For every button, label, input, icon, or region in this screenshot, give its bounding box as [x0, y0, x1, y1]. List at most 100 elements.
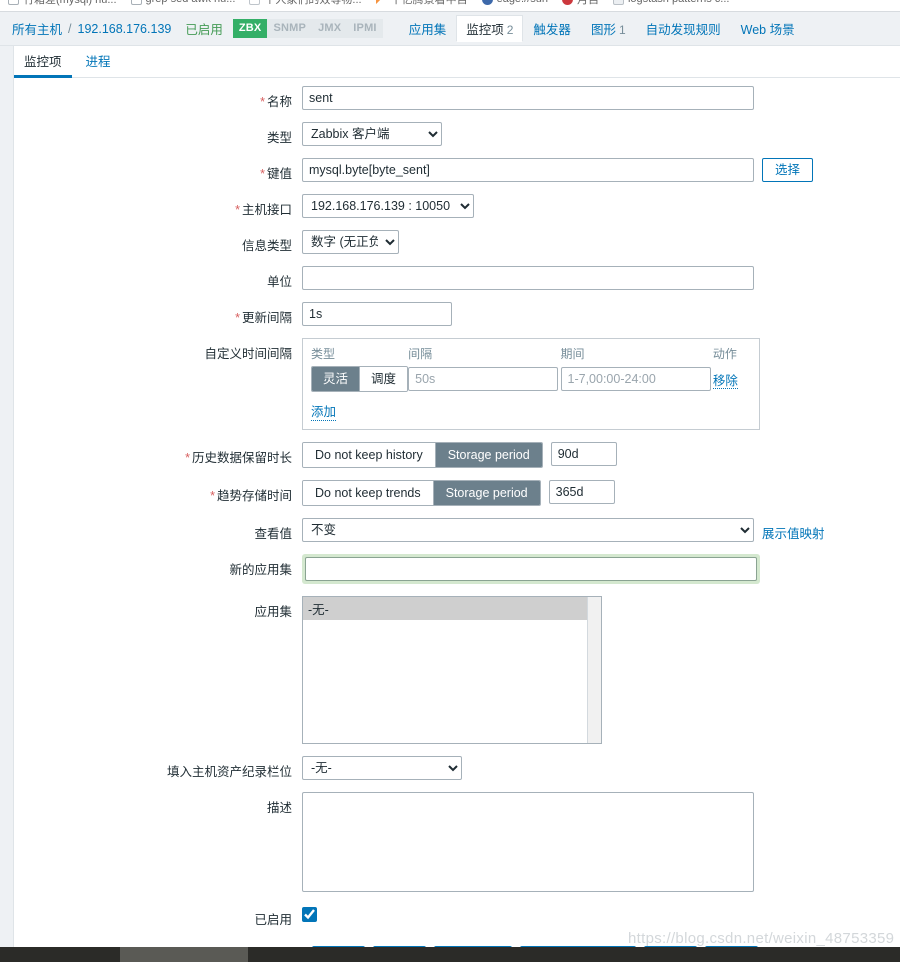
host-tab-Web 场景[interactable]: Web 场景 [731, 15, 805, 42]
bookmark-label: 月自 [576, 0, 599, 6]
label-host-interface: * 主机接口 [235, 203, 292, 217]
field-row-name: * 名称 [0, 86, 900, 110]
enabled-checkbox[interactable] [302, 907, 317, 922]
host-tab-图形[interactable]: 图形 1 [581, 15, 636, 42]
horizontal-scrollbar[interactable] [0, 947, 900, 962]
host-tab-count: 1 [618, 23, 626, 37]
required-marker: * [260, 95, 265, 109]
host-interface-select[interactable]: 192.168.176.139 : 10050 [302, 194, 474, 218]
item-configuration-form: *名称 类型 Zabbix 客户端 *键值 选择 *主机接口 [0, 86, 900, 962]
custom-interval-period-input[interactable] [560, 367, 711, 391]
history-do-not-keep-button[interactable]: Do not keep history [303, 443, 435, 467]
field-row-applications: 应用集 -无- [0, 596, 900, 744]
history-mode-segmented: Do not keep history Storage period [302, 442, 543, 468]
new-application-focus-ring [302, 554, 760, 584]
history-period-input[interactable] [550, 442, 617, 466]
value-type-select[interactable]: 数字 (无正负) [302, 230, 399, 254]
field-row-enabled: 已启用 [0, 904, 900, 928]
host-entity-tabs: 应用集 监控项 2 触发器 图形 1 自动发现规则 Web 场景 [399, 15, 805, 42]
header-interval: 间隔 [408, 347, 433, 361]
field-row-custom-intervals: 自定义时间间隔 类型 间隔 期间 动作 灵活 调度 50s 1-7,00:00-… [0, 338, 900, 430]
breadcrumb-host-name[interactable]: 192.168.176.139 [78, 22, 172, 36]
breadcrumb-all-hosts[interactable]: 所有主机 [12, 19, 62, 38]
field-row-value-type: 信息类型 数字 (无正负) [0, 230, 900, 254]
item-name-input[interactable] [302, 86, 754, 110]
host-tab-触发器[interactable]: 触发器 [523, 15, 581, 42]
label-enabled: 已启用 [254, 913, 292, 927]
custom-interval-remove-link[interactable]: 移除 [712, 373, 738, 389]
item-sub-tabs: 监控项 进程 [14, 46, 900, 78]
bookmark-item[interactable]: grep sed awk hu... [130, 0, 236, 5]
bookmark-label: 竹箱差(mysql) hu... [23, 0, 117, 6]
interval-type-flexible-button[interactable]: 灵活 [312, 367, 360, 391]
custom-interval-delay-input[interactable] [408, 367, 559, 391]
interface-chip-ipmi[interactable]: IPMI [347, 18, 383, 39]
bookmark-item[interactable]: 个人家们的效等物... [249, 0, 362, 7]
custom-intervals-header: 类型 间隔 期间 动作 [311, 345, 751, 366]
sub-tab-进程[interactable]: 进程 [76, 46, 121, 77]
host-tab-label: 监控项 [466, 23, 504, 37]
item-key-input[interactable] [302, 158, 754, 182]
interval-type-scheduling-button[interactable]: 调度 [359, 367, 408, 391]
applications-option[interactable]: -无- [303, 597, 601, 620]
item-type-select[interactable]: Zabbix 客户端 [302, 122, 442, 146]
trends-storage-period-button[interactable]: Storage period [432, 481, 540, 505]
host-tab-label: 自动发现规则 [645, 23, 721, 37]
field-row-history: * 历史数据保留时长 Do not keep history Storage pe… [0, 442, 900, 468]
field-row-description: 描述 [0, 792, 900, 892]
label-key: * 键值 [260, 167, 292, 181]
history-storage-period-button[interactable]: Storage period [434, 443, 542, 467]
applications-listbox[interactable]: -无- [302, 596, 602, 744]
bookmark-label: grep sed awk hu... [146, 0, 236, 5]
bookmark-item[interactable]: eage://sun [481, 0, 548, 5]
units-input[interactable] [302, 266, 754, 290]
interface-chips: ZBX SNMP JMX IPMI [232, 18, 383, 39]
sub-tab-监控项[interactable]: 监控项 [14, 46, 72, 78]
inventory-field-select[interactable]: -无- [302, 756, 462, 780]
field-row-value-map: 查看值 不变 展示值映射 [0, 518, 900, 542]
description-textarea[interactable] [302, 792, 754, 892]
host-tab-应用集[interactable]: 应用集 [399, 15, 457, 42]
host-tab-自动发现规则[interactable]: 自动发现规则 [636, 15, 731, 42]
bookmark-item[interactable]: 月自 [561, 0, 599, 7]
interface-chip-jmx[interactable]: JMX [312, 18, 348, 39]
bookmark-label: eage://sun [497, 0, 548, 5]
value-map-select[interactable]: 不变 [302, 518, 754, 542]
breadcrumb-separator: / [68, 21, 72, 36]
interface-chip-snmp[interactable]: SNMP [267, 18, 313, 39]
custom-intervals-table: 类型 间隔 期间 动作 灵活 调度 50s 1-7,00:00-24:00 移除… [302, 338, 760, 430]
host-status-badge: 已启用 [185, 23, 223, 37]
host-tab-label: Web 场景 [740, 23, 795, 37]
update-interval-input[interactable] [302, 302, 452, 326]
bookmark-label: 个人家们的效等物... [264, 0, 362, 6]
show-value-mappings-link[interactable]: 展示值映射 [762, 518, 825, 542]
host-tab-监控项[interactable]: 监控项 2 [456, 15, 524, 42]
applications-scrollbar[interactable] [587, 597, 601, 743]
bookmark-item[interactable]: 竹箱差(mysql) hu... [8, 0, 117, 7]
header-type: 类型 [311, 347, 336, 361]
label-name: * 名称 [260, 95, 292, 109]
field-row-units: 单位 [0, 266, 900, 290]
label-update-interval: * 更新间隔 [235, 311, 292, 325]
horizontal-scrollbar-thumb[interactable] [120, 947, 248, 962]
trends-period-input[interactable] [548, 480, 615, 504]
interface-chip-zbx[interactable]: ZBX [232, 18, 268, 39]
label-new-application: 新的应用集 [229, 563, 292, 577]
bookmark-label: logstash patterns c... [628, 0, 730, 5]
bookmark-label: 千亿腾景看中自 [390, 0, 468, 6]
key-select-button[interactable]: 选择 [762, 158, 814, 182]
field-row-key: *键值 选择 [0, 158, 900, 182]
custom-interval-add-link[interactable]: 添加 [311, 401, 337, 421]
doc-icon [130, 0, 142, 5]
bookmark-item[interactable]: logstash patterns c... [612, 0, 730, 5]
gray-icon [612, 0, 624, 5]
header-period: 期间 [560, 347, 585, 361]
red-icon [561, 0, 573, 5]
bookmark-item[interactable]: 千亿腾景看中自 [375, 0, 468, 7]
trends-do-not-keep-button[interactable]: Do not keep trends [303, 481, 433, 505]
new-application-input[interactable] [305, 557, 757, 581]
field-row-inventory: 填入主机资产纪录栏位 -无- [0, 756, 900, 780]
doc-icon [8, 0, 19, 5]
field-row-trends: * 趋势存储时间 Do not keep trends Storage perio… [0, 480, 900, 506]
label-description: 描述 [266, 801, 292, 815]
